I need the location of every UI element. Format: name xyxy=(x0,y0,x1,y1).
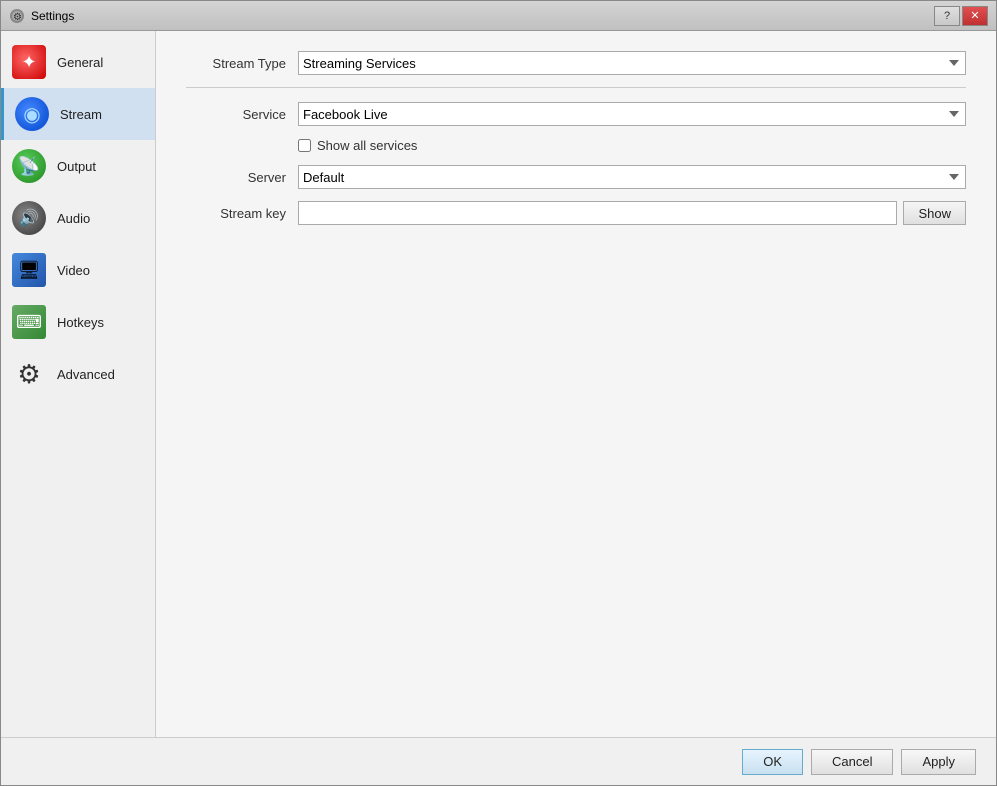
title-bar: ⚙ Settings ? ✕ xyxy=(1,1,996,31)
sidebar-label-advanced: Advanced xyxy=(57,367,115,382)
content-area: Stream Type Streaming ServicesCustom RTM… xyxy=(156,31,996,257)
help-button[interactable]: ? xyxy=(934,6,960,26)
server-label: Server xyxy=(186,170,286,185)
general-icon xyxy=(11,44,47,80)
settings-window: ⚙ Settings ? ✕ General Stream xyxy=(0,0,997,786)
sidebar-label-stream: Stream xyxy=(60,107,102,122)
service-row: Service Facebook LiveTwitchYouTube / You… xyxy=(186,102,966,126)
sidebar-label-audio: Audio xyxy=(57,211,90,226)
service-select[interactable]: Facebook LiveTwitchYouTube / YouTube Gam… xyxy=(298,102,966,126)
sidebar-item-general[interactable]: General xyxy=(1,36,155,88)
svg-text:⚙: ⚙ xyxy=(13,12,22,23)
sidebar-label-output: Output xyxy=(57,159,96,174)
show-all-services-label: Show all services xyxy=(317,138,417,153)
sidebar: General Stream Output Audio xyxy=(1,31,156,737)
stream-type-control: Streaming ServicesCustom RTMP ServerFile… xyxy=(298,51,966,75)
server-row: Server Default xyxy=(186,165,966,189)
stream-type-select[interactable]: Streaming ServicesCustom RTMP ServerFile… xyxy=(298,51,966,75)
stream-key-row: Stream key Show xyxy=(186,201,966,225)
window-icon: ⚙ xyxy=(9,8,25,24)
show-stream-key-button[interactable]: Show xyxy=(903,201,966,225)
sidebar-item-audio[interactable]: Audio xyxy=(1,192,155,244)
show-all-services-checkbox[interactable] xyxy=(298,139,311,152)
sidebar-label-general: General xyxy=(57,55,103,70)
sidebar-item-video[interactable]: Video xyxy=(1,244,155,296)
footer: OK Cancel Apply xyxy=(1,737,996,785)
divider-1 xyxy=(186,87,966,88)
hotkeys-icon xyxy=(11,304,47,340)
service-control: Facebook LiveTwitchYouTube / YouTube Gam… xyxy=(298,102,966,126)
apply-button[interactable]: Apply xyxy=(901,749,976,775)
ok-button[interactable]: OK xyxy=(742,749,803,775)
stream-key-input[interactable] xyxy=(298,201,897,225)
title-bar-buttons: ? ✕ xyxy=(934,6,988,26)
output-icon xyxy=(11,148,47,184)
sidebar-item-hotkeys[interactable]: Hotkeys xyxy=(1,296,155,348)
cancel-button[interactable]: Cancel xyxy=(811,749,893,775)
service-label: Service xyxy=(186,107,286,122)
video-icon xyxy=(11,252,47,288)
stream-type-label: Stream Type xyxy=(186,56,286,71)
stream-key-control: Show xyxy=(298,201,966,225)
advanced-icon xyxy=(11,356,47,392)
server-control: Default xyxy=(298,165,966,189)
sidebar-item-advanced[interactable]: Advanced xyxy=(1,348,155,400)
sidebar-label-hotkeys: Hotkeys xyxy=(57,315,104,330)
stream-type-row: Stream Type Streaming ServicesCustom RTM… xyxy=(186,51,966,75)
sidebar-item-stream[interactable]: Stream xyxy=(1,88,155,140)
window-body: General Stream Output Audio xyxy=(1,31,996,737)
window-title: Settings xyxy=(31,9,934,23)
show-all-services-row: Show all services xyxy=(298,138,966,153)
sidebar-item-output[interactable]: Output xyxy=(1,140,155,192)
close-button[interactable]: ✕ xyxy=(962,6,988,26)
server-select[interactable]: Default xyxy=(298,165,966,189)
main-content: Stream Type Streaming ServicesCustom RTM… xyxy=(156,31,996,737)
stream-key-label: Stream key xyxy=(186,206,286,221)
sidebar-label-video: Video xyxy=(57,263,90,278)
stream-icon xyxy=(14,96,50,132)
audio-icon xyxy=(11,200,47,236)
